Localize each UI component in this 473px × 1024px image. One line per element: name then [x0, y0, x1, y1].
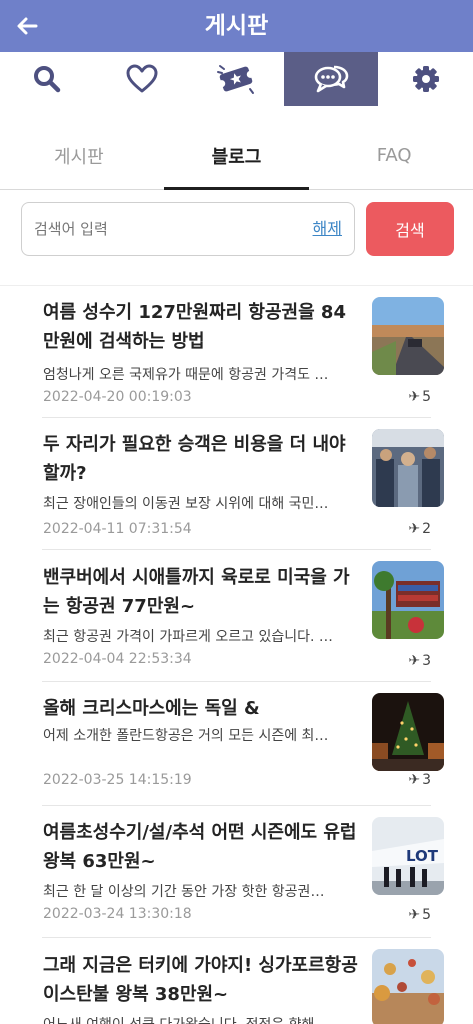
post-thumbnail — [372, 693, 444, 771]
favorites-button[interactable] — [95, 52, 190, 106]
back-button[interactable] — [10, 8, 44, 44]
search-box: 해제 — [21, 202, 355, 256]
app-header: 게시판 — [0, 0, 473, 52]
svg-text:LOT: LOT — [406, 847, 439, 865]
plane-icon: ✈ — [408, 653, 421, 669]
post-thumbnail — [372, 561, 444, 639]
share-count: ✈ 3 — [408, 772, 431, 788]
post-title: 밴쿠버에서 시애틀까지 육로로 미국을 가는 항공권 77만원~ — [43, 567, 350, 617]
post-excerpt: 최근 한 달 이상의 기간 동안 가장 핫한 항공권… — [43, 884, 325, 900]
post-title: 올해 크리스마스에는 독일 & — [43, 698, 260, 719]
chat-icon — [314, 65, 349, 93]
post-excerpt: 엄청나게 오른 국제유가 때문에 항공권 가격도 … — [43, 367, 329, 383]
share-count: ✈ 3 — [408, 653, 431, 669]
icon-toolbar — [0, 52, 473, 106]
post-date: 2022-03-24 13:30:18 — [43, 906, 192, 922]
search-tool-button[interactable] — [0, 52, 95, 106]
post-title: 두 자리가 필요한 승객은 비용을 더 내야 할까? — [43, 434, 346, 484]
page-title: 게시판 — [204, 13, 269, 39]
settings-button[interactable] — [378, 52, 473, 106]
share-count: ✈ 5 — [408, 389, 431, 405]
search-bar: 해제 검색 — [0, 190, 473, 286]
plane-icon: ✈ — [408, 772, 421, 788]
clear-search-link[interactable]: 해제 — [313, 203, 342, 255]
post-title: 그래 지금은 터키에 가야지! 싱가포르항공 이스탄불 왕복 38만원~ — [43, 955, 358, 1005]
share-count: ✈ 5 — [408, 907, 431, 923]
post-date: 2022-04-20 00:19:03 — [43, 389, 192, 405]
list-item[interactable]: 올해 크리스마스에는 독일 & 어제 소개한 폴란드항공은 거의 모든 시즌에 … — [0, 682, 473, 806]
search-button[interactable]: 검색 — [366, 202, 454, 256]
search-input[interactable] — [34, 203, 284, 255]
list-item[interactable]: 여름 성수기 127만원짜리 항공권을 84만원에 검색하는 방법 엄청나게 오… — [0, 286, 473, 418]
post-thumbnail — [372, 429, 444, 507]
ticket-icon — [217, 65, 255, 94]
post-thumbnail — [372, 297, 444, 375]
post-excerpt: 최근 장애인들의 이동권 보장 시위에 대해 국민… — [43, 496, 329, 512]
board-button[interactable] — [283, 52, 379, 106]
list-item[interactable]: 그래 지금은 터키에 가야지! 싱가포르항공 이스탄불 왕복 38만원~ 어느새… — [0, 938, 473, 1024]
post-date: 2022-04-11 07:31:54 — [43, 521, 192, 537]
post-title: 여름 성수기 127만원짜리 항공권을 84만원에 검색하는 방법 — [43, 302, 346, 352]
tab-board[interactable]: 게시판 — [0, 126, 158, 189]
tab-blog[interactable]: 블로그 — [158, 126, 316, 190]
post-thumbnail: LOT — [372, 817, 444, 895]
gear-icon — [412, 66, 439, 92]
post-excerpt: 어느새 여행이 선큼 다가왔습니다. 점점은 향해… — [43, 1014, 355, 1024]
post-excerpt: 최근 항공권 가격이 가파르게 오르고 있습니다. … — [43, 629, 333, 645]
post-excerpt: 어제 소개한 폴란드항공은 거의 모든 시즌에 최… — [43, 728, 329, 744]
post-date: 2022-03-25 14:15:19 — [43, 772, 192, 788]
arrow-left-icon — [17, 17, 38, 35]
post-date: 2022-04-04 22:53:34 — [43, 651, 192, 667]
post-thumbnail — [372, 949, 444, 1024]
tab-faq[interactable]: FAQ — [315, 126, 473, 189]
section-tabs: 게시판 블로그 FAQ — [0, 126, 473, 190]
tickets-button[interactable] — [189, 52, 284, 106]
share-count: ✈ 2 — [408, 521, 431, 537]
plane-icon: ✈ — [408, 521, 421, 537]
plane-icon: ✈ — [408, 907, 421, 923]
search-icon — [34, 66, 61, 93]
post-title: 여름초성수기/설/추석 어떤 시즌에도 유럽 왕복 63만원~ — [43, 822, 357, 872]
list-item[interactable]: 밴쿠버에서 시애틀까지 육로로 미국을 가는 항공권 77만원~ 최근 항공권 … — [0, 550, 473, 682]
list-item[interactable]: 여름초성수기/설/추석 어떤 시즌에도 유럽 왕복 63만원~ 최근 한 달 이… — [0, 806, 473, 938]
heart-icon — [126, 64, 158, 93]
plane-icon: ✈ — [408, 389, 421, 405]
list-item[interactable]: 두 자리가 필요한 승객은 비용을 더 내야 할까? 최근 장애인들의 이동권 … — [0, 418, 473, 550]
